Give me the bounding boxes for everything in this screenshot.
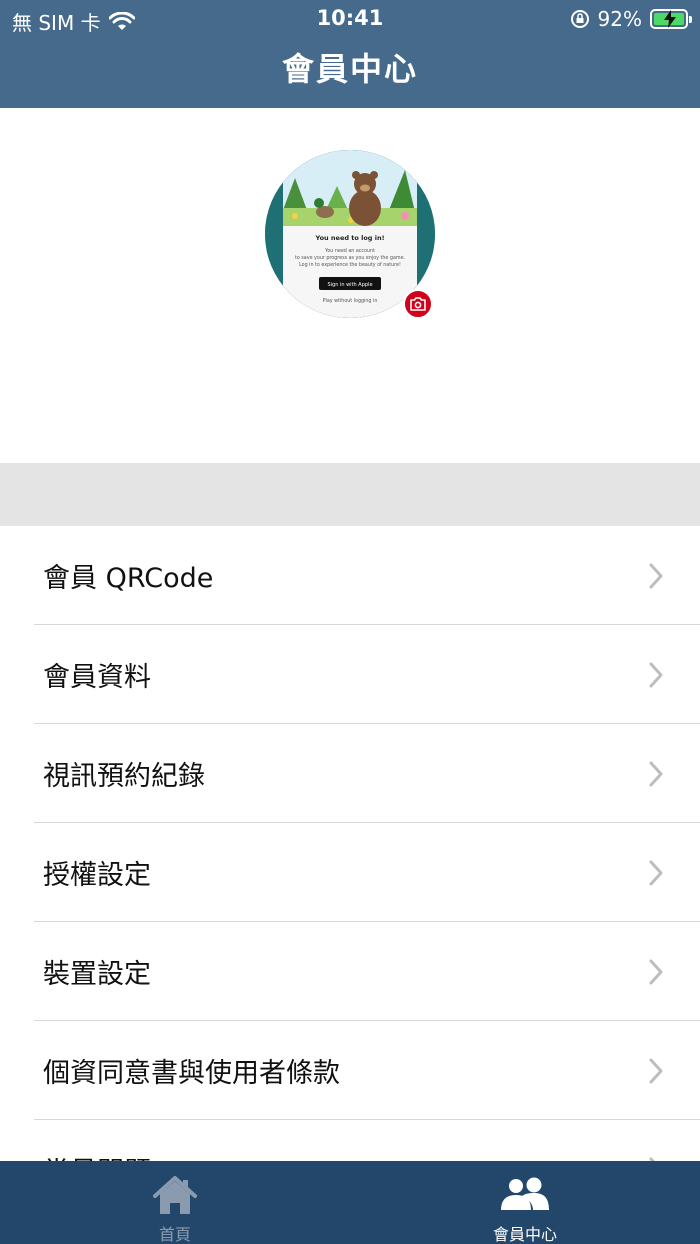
svg-text:Play without logging in: Play without logging in [323,298,378,304]
chevron-right-icon [649,1058,663,1084]
svg-text:Log in to experience the beaut: Log in to experience the beauty of natur… [299,262,401,268]
menu-list: 會員 QRCode 會員資料 視訊預約紀錄 授權設定 裝置設定 個資同意書與使用… [0,526,700,1219]
battery-icon [650,9,692,29]
profile-section: You need to log in! You need an account … [0,108,700,463]
svg-text:to save your progress as you e: to save your progress as you enjoy the g… [295,255,405,261]
chevron-right-icon [649,761,663,787]
menu-item-authorization-settings[interactable]: 授權設定 [0,823,700,922]
menu-item-privacy-terms[interactable]: 個資同意書與使用者條款 [0,1021,700,1120]
home-icon [153,1176,197,1214]
svg-text:You need an account: You need an account [324,248,375,254]
menu-item-member-profile[interactable]: 會員資料 [0,625,700,724]
orientation-lock-icon [570,10,589,28]
section-divider [0,463,700,526]
tab-home-label: 首頁 [158,1225,191,1244]
menu-item-label: 視訊預約紀錄 [43,761,205,792]
charging-bolt-icon [664,10,676,28]
members-icon [501,1177,549,1210]
tab-member-center-label: 會員中心 [492,1225,557,1244]
menu-item-member-qrcode[interactable]: 會員 QRCode [0,526,700,625]
menu-item-label: 會員資料 [43,662,151,693]
menu-item-label: 個資同意書與使用者條款 [43,1058,340,1089]
menu-item-label: 授權設定 [43,860,151,891]
status-bar: 無 SIM 卡 10:41 92% [0,0,700,36]
tab-bar: 首頁 會員中心 [0,1161,700,1244]
menu-item-label: 會員 QRCode [43,563,214,594]
page-title: 會員中心 [281,50,418,88]
battery-percent: 92% [597,7,642,31]
chevron-right-icon [649,959,663,985]
menu-item-device-settings[interactable]: 裝置設定 [0,922,700,1021]
chevron-right-icon [649,563,663,589]
status-right: 92% [570,7,692,31]
menu-item-video-appointments[interactable]: 視訊預約紀錄 [0,724,700,823]
svg-text:Sign in with Apple: Sign in with Apple [327,282,372,288]
chevron-right-icon [649,662,663,688]
navigation-header: 無 SIM 卡 10:41 92% 會員中心 [0,0,700,108]
svg-text:You need to log in!: You need to log in! [314,234,384,242]
tab-home[interactable]: 首頁 [0,1161,350,1244]
camera-button[interactable] [403,289,433,319]
camera-icon [410,297,426,311]
menu-item-label: 裝置設定 [43,959,151,990]
chevron-right-icon [649,860,663,886]
tab-member-center[interactable]: 會員中心 [350,1161,700,1244]
